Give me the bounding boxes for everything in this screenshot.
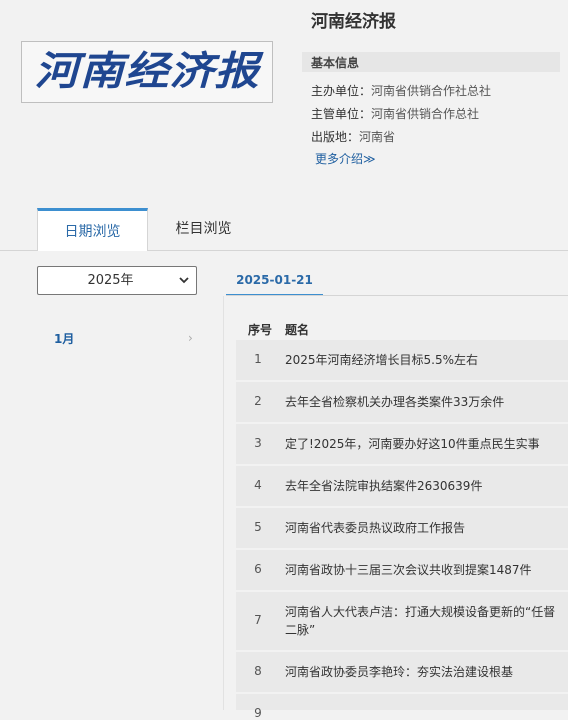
panel-divider [223, 296, 224, 710]
row-number: 8 [254, 664, 262, 678]
article-row[interactable]: 1 2025年河南经济增长目标5.5%左右 [236, 340, 568, 380]
page-title: 河南经济报 [311, 12, 396, 32]
article-row[interactable]: 7 河南省人大代表卢洁：打通大规模设备更新的“任督二脉” [236, 592, 568, 650]
row-number: 4 [254, 478, 262, 492]
row-number: 7 [254, 613, 262, 627]
article-title-link[interactable]: 定了!2025年，河南要办好这10件重点民生实事 [285, 435, 567, 453]
date-tab-divider [226, 295, 568, 296]
article-title-link[interactable]: 河南省政协十三届三次会议共收到提案1487件 [285, 561, 567, 579]
year-select-value: 2025年 [87, 273, 134, 288]
column-header-title: 题名 [285, 323, 310, 337]
supervisor-value: 河南省供销合作总社 [371, 107, 480, 121]
basic-info-heading: 基本信息 [311, 56, 360, 70]
chevron-down-icon [179, 277, 189, 284]
row-number: 2 [254, 394, 262, 408]
year-select[interactable]: 2025年 [37, 266, 197, 295]
sponsor-row: 主办单位：河南省供销合作社总社 [311, 82, 491, 99]
row-number: 6 [254, 562, 262, 576]
place-label: 出版地： [311, 130, 360, 144]
month-item-january[interactable]: 1月 › [37, 322, 207, 354]
place-row: 出版地：河南省 [311, 128, 395, 145]
row-number: 1 [254, 352, 262, 366]
newspaper-logo: 河南经济报 [21, 41, 273, 103]
row-number: 9 [254, 706, 262, 720]
sponsor-value: 河南省供销合作社总社 [371, 84, 492, 98]
month-label: 1月 [54, 332, 75, 346]
supervisor-row: 主管单位：河南省供销合作总社 [311, 105, 479, 122]
article-title-link[interactable]: 去年全省检察机关办理各类案件33万余件 [285, 393, 567, 411]
article-title-link[interactable]: 去年全省法院审执结案件2630639件 [285, 477, 567, 495]
issue-date-tab[interactable]: 2025-01-21 [226, 266, 323, 296]
logo-text: 河南经济报 [34, 48, 260, 95]
article-row[interactable]: 5 河南省代表委员热议政府工作报告 [236, 508, 568, 548]
article-title-link[interactable]: 河南省代表委员热议政府工作报告 [285, 519, 567, 537]
article-row[interactable]: 8 河南省政协委员李艳玲：夯实法治建设根基 [236, 652, 568, 692]
tab-column-browse[interactable]: 栏目浏览 [148, 208, 259, 248]
more-info-link[interactable]: 更多介绍≫ [315, 150, 376, 167]
column-header-number: 序号 [248, 323, 273, 337]
chevron-right-icon: › [188, 331, 193, 345]
sponsor-label: 主办单位： [311, 84, 372, 98]
article-row[interactable]: 2 去年全省检察机关办理各类案件33万余件 [236, 382, 568, 422]
place-value: 河南省 [359, 130, 396, 144]
article-title-link[interactable]: 河南省人大代表卢洁：打通大规模设备更新的“任督二脉” [285, 603, 567, 639]
basic-info-header: 基本信息 [302, 52, 560, 72]
row-number: 5 [254, 520, 262, 534]
tab-date-browse[interactable]: 日期浏览 [37, 208, 148, 251]
article-row[interactable]: 4 去年全省法院审执结案件2630639件 [236, 466, 568, 506]
row-number: 3 [254, 436, 262, 450]
article-row[interactable]: 3 定了!2025年，河南要办好这10件重点民生实事 [236, 424, 568, 464]
article-title-link[interactable]: 河南省政协委员李艳玲：夯实法治建设根基 [285, 663, 567, 681]
article-row[interactable]: 6 河南省政协十三届三次会议共收到提案1487件 [236, 550, 568, 590]
article-title-link[interactable]: 2025年河南经济增长目标5.5%左右 [285, 351, 567, 369]
supervisor-label: 主管单位： [311, 107, 372, 121]
article-row[interactable]: 9 [236, 694, 568, 720]
